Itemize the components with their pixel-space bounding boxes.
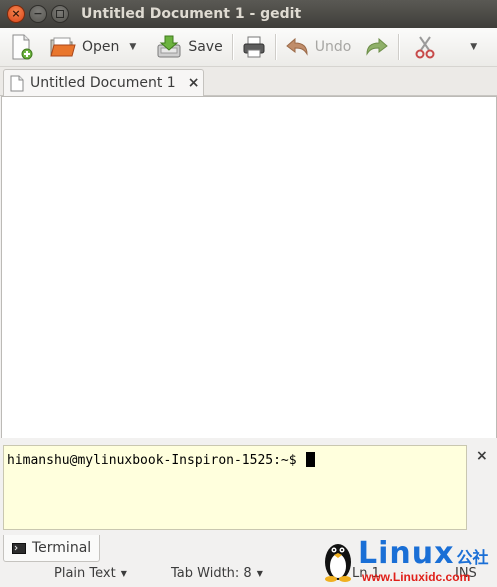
watermark: Linux 公社 www.Linuxidc.com	[322, 536, 497, 587]
tab-untitled-document-1[interactable]: Untitled Document 1 ×	[3, 69, 204, 96]
redo-button[interactable]	[361, 31, 393, 63]
printer-icon	[243, 36, 265, 58]
undo-label: Undo	[314, 39, 352, 55]
terminal-prompt: himanshu@mylinuxbook-Inspiron-1525:~$	[7, 453, 297, 468]
save-button[interactable]: Save	[152, 31, 226, 63]
watermark-suffix: 公社	[456, 548, 489, 567]
minimize-icon: −	[33, 7, 43, 20]
terminal-cursor	[305, 452, 315, 467]
new-document-icon	[12, 34, 33, 60]
open-label: Open	[82, 39, 120, 55]
watermark-brand: Linux	[358, 536, 455, 571]
window-close-button[interactable]: ×	[7, 5, 25, 23]
document-icon	[10, 75, 24, 91]
terminal-view[interactable]: himanshu@mylinuxbook-Inspiron-1525:~$	[3, 445, 467, 530]
undo-button[interactable]: Undo	[281, 31, 356, 63]
open-folder-icon	[50, 37, 76, 57]
document-tab-bar: Untitled Document 1 ×	[0, 67, 497, 96]
maximize-icon	[56, 10, 64, 18]
redo-icon	[366, 37, 389, 56]
language-label: Plain Text	[54, 566, 116, 581]
chevron-down-icon: ▼	[120, 569, 127, 578]
new-document-button[interactable]	[6, 31, 38, 63]
chevron-down-icon: ▼	[256, 569, 263, 578]
open-button[interactable]: Open	[46, 31, 123, 63]
toolbar-overflow-dropdown[interactable]: ▼	[464, 42, 483, 52]
toolbar-separator	[274, 34, 276, 60]
window-title: Untitled Document 1 - gedit	[81, 6, 302, 22]
language-selector[interactable]: Plain Text ▼	[54, 566, 127, 581]
title-bar[interactable]: × − Untitled Document 1 - gedit	[0, 0, 497, 28]
terminal-icon	[12, 542, 26, 554]
window-minimize-button[interactable]: −	[29, 5, 47, 23]
gedit-window: × − Untitled Document 1 - gedit Open ▼ S…	[0, 0, 497, 587]
tab-label: Untitled Document 1	[30, 75, 176, 91]
terminal-tab-label: Terminal	[32, 540, 92, 556]
close-icon: ×	[11, 7, 21, 20]
tab-width-label: Tab Width: 8	[171, 566, 252, 581]
toolbar-separator	[231, 34, 233, 60]
undo-icon	[285, 37, 308, 56]
watermark-url: www.Linuxidc.com	[362, 570, 471, 584]
tab-width-selector[interactable]: Tab Width: 8 ▼	[171, 566, 263, 581]
save-label: Save	[188, 39, 223, 55]
tab-terminal[interactable]: Terminal	[3, 535, 100, 562]
toolbar: Open ▼ Save Undo ▼	[0, 28, 497, 67]
tux-penguin-icon	[325, 544, 351, 582]
window-maximize-button[interactable]	[51, 5, 69, 23]
text-editor[interactable]	[1, 96, 497, 439]
recent-files-dropdown[interactable]: ▼	[123, 42, 142, 52]
tab-close-button[interactable]: ×	[188, 75, 200, 91]
toolbar-separator	[398, 34, 400, 60]
panel-close-button[interactable]: ×	[476, 448, 488, 464]
cut-button[interactable]	[410, 31, 440, 63]
print-button[interactable]	[238, 31, 270, 63]
scissors-icon	[415, 36, 435, 59]
save-icon	[157, 35, 181, 58]
